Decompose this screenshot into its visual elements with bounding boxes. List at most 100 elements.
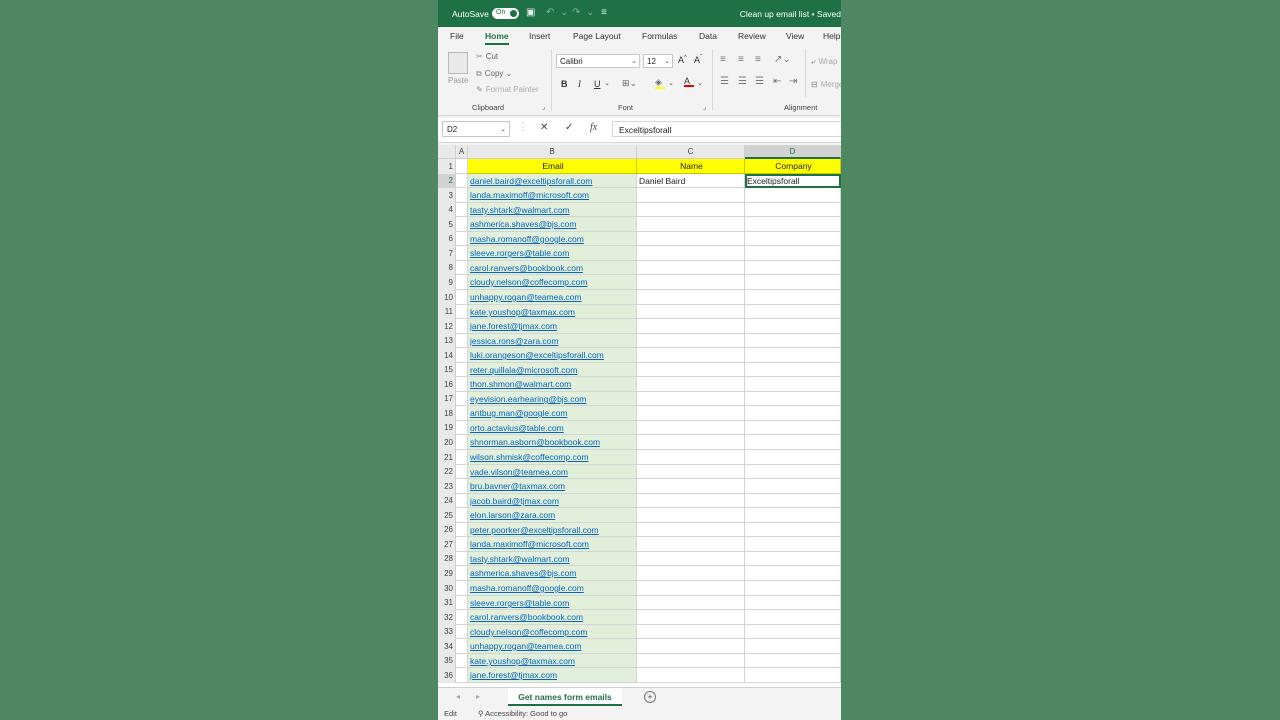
name-cell[interactable] [637, 305, 745, 319]
undo-icon[interactable]: ↶ [546, 7, 554, 18]
row-header[interactable]: 9 [438, 275, 456, 290]
row-header[interactable]: 4 [438, 203, 456, 217]
email-cell[interactable]: eyevision.earhearing@bjs.com [468, 392, 637, 406]
cell[interactable] [456, 232, 468, 246]
company-cell[interactable] [745, 334, 841, 348]
email-cell[interactable]: ashmerica.shaves@bjs.com [468, 217, 637, 232]
cell[interactable] [456, 174, 468, 188]
cell[interactable] [456, 290, 468, 305]
tab-data[interactable]: Data [699, 31, 717, 41]
format-painter-button[interactable]: ✎ Format Painter [476, 85, 539, 94]
row-header[interactable]: 31 [438, 596, 456, 610]
company-cell[interactable] [745, 508, 841, 523]
name-cell[interactable] [637, 246, 745, 261]
email-cell[interactable]: orto.actavius@table.com [468, 421, 637, 435]
email-cell[interactable]: daniel.baird@exceltipsforall.com [468, 174, 637, 188]
cell[interactable] [456, 246, 468, 261]
add-sheet-icon[interactable]: + [644, 691, 656, 703]
row-header[interactable]: 32 [438, 610, 456, 625]
tab-help[interactable]: Help [823, 31, 840, 41]
name-cell[interactable] [637, 508, 745, 523]
company-cell[interactable] [745, 406, 841, 421]
company-cell[interactable] [745, 537, 841, 552]
company-cell[interactable] [745, 348, 841, 363]
email-cell[interactable]: jessica.rons@zara.com [468, 334, 637, 348]
email-cell[interactable]: tasty.shtark@walmart.com [468, 203, 637, 217]
email-cell[interactable]: wilson.shmisk@coffecomp.com [468, 450, 637, 465]
company-cell[interactable] [745, 625, 841, 639]
paste-icon[interactable] [448, 52, 468, 74]
name-cell[interactable] [637, 523, 745, 537]
company-cell[interactable] [745, 203, 841, 217]
email-cell[interactable]: jacob.baird@tjmax.com [468, 494, 637, 508]
cell[interactable] [456, 377, 468, 392]
name-cell[interactable] [637, 290, 745, 305]
name-cell[interactable] [637, 188, 745, 203]
name-cell[interactable] [637, 610, 745, 625]
name-cell[interactable] [637, 261, 745, 275]
name-cell[interactable] [637, 334, 745, 348]
tab-home[interactable]: Home [485, 31, 509, 41]
bold-button[interactable]: B [561, 79, 568, 89]
company-cell[interactable]: Exceltipsforall [745, 174, 841, 188]
font-color-icon[interactable]: A [684, 76, 694, 87]
cell[interactable] [456, 508, 468, 523]
row-header[interactable]: 6 [438, 232, 456, 246]
company-cell[interactable] [745, 275, 841, 290]
company-cell[interactable] [745, 319, 841, 334]
row-header[interactable]: 2 [438, 174, 456, 188]
email-cell[interactable]: peter.poorker@exceltipsforall.com [468, 523, 637, 537]
row-header[interactable]: 19 [438, 421, 456, 435]
name-cell[interactable]: Daniel Baird [637, 174, 745, 188]
font-name-select[interactable]: Calibri ⌄ [556, 54, 640, 68]
row-header[interactable]: 35 [438, 654, 456, 668]
name-cell[interactable] [637, 654, 745, 668]
company-cell[interactable] [745, 261, 841, 275]
italic-button[interactable]: I [578, 79, 581, 89]
cell[interactable] [456, 435, 468, 450]
row-header[interactable]: 15 [438, 363, 456, 377]
decrease-indent-icon[interactable]: ⇤ [773, 76, 781, 87]
column-header-a[interactable]: A [456, 145, 468, 159]
cell[interactable] [456, 494, 468, 508]
row-header[interactable]: 30 [438, 581, 456, 596]
row-header[interactable]: 10 [438, 290, 456, 305]
company-cell[interactable] [745, 494, 841, 508]
cell[interactable] [456, 334, 468, 348]
row-header[interactable]: 24 [438, 494, 456, 508]
cell[interactable] [456, 203, 468, 217]
name-cell[interactable] [637, 319, 745, 334]
name-cell[interactable] [637, 363, 745, 377]
email-cell[interactable]: elon.larson@zara.com [468, 508, 637, 523]
align-left-icon[interactable]: ☰ [720, 76, 729, 87]
formula-input[interactable]: Exceltipsforall [612, 121, 841, 137]
row-header[interactable]: 11 [438, 305, 456, 319]
company-cell[interactable] [745, 305, 841, 319]
row-header[interactable]: 16 [438, 377, 456, 392]
name-box[interactable]: D2 ⌄ [442, 121, 510, 137]
name-cell[interactable] [637, 435, 745, 450]
align-top-icon[interactable]: ≡ [720, 54, 726, 65]
email-cell[interactable]: unhappy.rogan@teamea.com [468, 290, 637, 305]
row-header[interactable]: 22 [438, 465, 456, 479]
cell[interactable] [456, 581, 468, 596]
company-cell[interactable] [745, 290, 841, 305]
name-cell[interactable] [637, 668, 745, 683]
cell[interactable] [456, 450, 468, 465]
name-cell[interactable] [637, 639, 745, 654]
cell[interactable] [456, 523, 468, 537]
tab-page-layout[interactable]: Page Layout [573, 31, 621, 41]
tab-review[interactable]: Review [738, 31, 766, 41]
cell[interactable] [456, 421, 468, 435]
row-header[interactable]: 33 [438, 625, 456, 639]
email-cell[interactable]: kate.youshop@taxmax.com [468, 654, 637, 668]
company-cell[interactable] [745, 421, 841, 435]
name-cell[interactable] [637, 581, 745, 596]
email-cell[interactable]: reter.quillala@microsoft.com [468, 363, 637, 377]
email-cell[interactable]: landa.maximoff@microsoft.com [468, 537, 637, 552]
email-cell[interactable]: cloudy.nelson@coffecomp.com [468, 625, 637, 639]
email-cell[interactable]: sleeve.rorgers@table.com [468, 246, 637, 261]
company-cell[interactable] [745, 523, 841, 537]
fill-color-icon[interactable]: ◈ [655, 77, 665, 89]
font-color-dropdown-icon[interactable]: ⌄ [697, 79, 703, 87]
